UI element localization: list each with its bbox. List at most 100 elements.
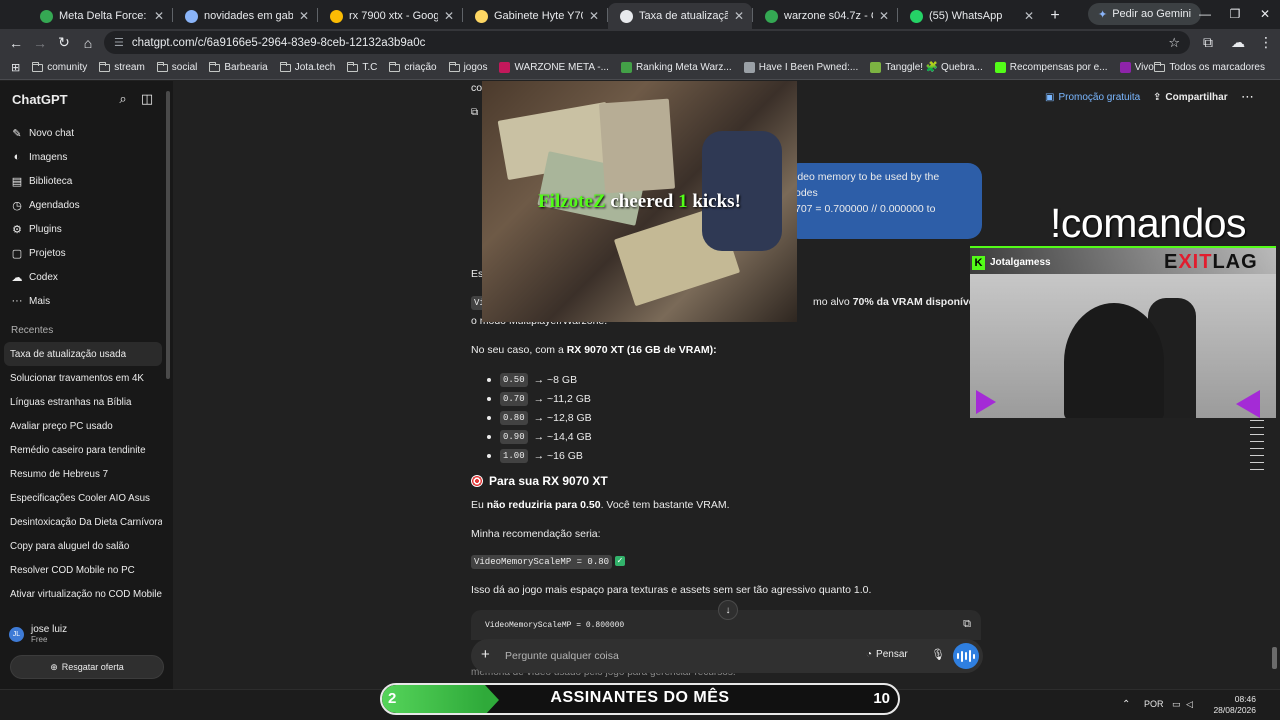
free-promo-link[interactable]: ▣ Promoção gratuita — [1045, 92, 1140, 103]
browser-tab[interactable]: Gabinete Hyte Y70 Touch ✕ — [463, 3, 607, 29]
subscriber-goal-title: ASSINANTES DO MÊS — [550, 689, 730, 706]
more-options-icon[interactable]: ⋯ — [1241, 89, 1254, 105]
close-tab-icon[interactable]: ✕ — [589, 9, 599, 23]
bookmark-item[interactable]: stream — [94, 58, 150, 78]
minimize-window-icon[interactable]: — — [1188, 0, 1222, 28]
bookmark-item[interactable]: Barbearia — [204, 58, 272, 78]
browser-tab[interactable]: rx 7900 xtx - Google Shopp ✕ — [318, 3, 462, 29]
profile-icon[interactable]: ☁ — [1226, 31, 1250, 55]
new-tab-button[interactable]: + — [1042, 3, 1068, 29]
bookmark-item[interactable]: Have I Been Pwned:... — [739, 58, 864, 78]
browser-menu-icon[interactable]: ⋮ — [1254, 31, 1278, 55]
user-message-bubble: ideo memory to be used by the odes 707 =… — [785, 163, 982, 239]
volume-icon[interactable]: ◁ — [1186, 699, 1193, 710]
bookmark-item[interactable]: Recompensas por e... — [990, 58, 1113, 78]
recent-chat-item[interactable]: Avaliar preço PC usado — [4, 414, 162, 438]
recent-chat-item[interactable]: Desintoxicação Da Dieta Carnívora — [4, 510, 162, 534]
inline-code: 0.50 — [500, 372, 528, 387]
prompt-input[interactable] — [505, 647, 845, 665]
sidebar-item-icon: ⚙ — [12, 223, 22, 236]
share-button[interactable]: ⇪ Compartilhar — [1153, 92, 1228, 103]
recent-chat-item[interactable]: Resolver COD Mobile no PC — [4, 558, 162, 582]
close-window-icon[interactable]: ✕ — [1248, 0, 1280, 28]
tab-favicon-icon — [765, 9, 778, 23]
sidebar-item[interactable]: ◐ Imagens — [0, 145, 173, 169]
network-icon[interactable]: ▭ — [1172, 699, 1181, 710]
sidebar-item[interactable]: ☁ Codex — [0, 265, 173, 289]
copy-code-icon[interactable]: ⧉ — [963, 618, 971, 631]
recent-chat-item[interactable]: Resumo de Hebreus 7 — [4, 462, 162, 486]
close-tab-icon[interactable]: ✕ — [299, 9, 309, 23]
close-tab-icon[interactable]: ✕ — [444, 9, 454, 23]
sidebar-item[interactable]: ··· Mais — [0, 289, 173, 313]
sidebar-item[interactable]: ◷ Agendados — [0, 193, 173, 217]
back-arrow-icon[interactable]: ← — [4, 31, 28, 55]
attach-plus-icon[interactable]: + — [481, 646, 490, 663]
close-tab-icon[interactable]: ✕ — [1024, 9, 1034, 23]
folder-icon — [32, 61, 44, 72]
voice-mode-button[interactable] — [953, 643, 979, 669]
recent-chat-item[interactable]: Solucionar travamentos em 4K — [4, 366, 162, 390]
ask-gemini-button[interactable]: ✦ Pedir ao Gemini — [1088, 3, 1202, 25]
browser-tab[interactable]: novidades em gabinete hig ✕ — [173, 3, 317, 29]
input-language[interactable]: POR — [1144, 699, 1164, 709]
inline-code: 0.90 — [500, 429, 528, 444]
bookmark-item[interactable]: criação — [384, 58, 441, 78]
home-icon[interactable]: ⌂ — [76, 31, 100, 55]
bookmark-item[interactable]: Jota.tech — [275, 58, 341, 78]
main-scrollbar[interactable] — [1272, 647, 1277, 669]
sidebar-item-icon: ◷ — [12, 199, 22, 212]
chat-sidebar: ChatGPT ⌕ ◫ ✎ Novo chat ◐ Imagens ▤ Bibliotec… — [0, 81, 173, 689]
tray-chevron-icon[interactable]: ⌃ — [1122, 699, 1130, 710]
gift-icon: ▣ — [1045, 92, 1055, 103]
browser-tab[interactable]: (55) WhatsApp ✕ — [898, 3, 1042, 29]
close-tab-icon[interactable]: ✕ — [879, 9, 889, 23]
chatgpt-brand[interactable]: ChatGPT — [12, 92, 68, 107]
bookmark-item[interactable]: WARZONE META -... — [494, 58, 613, 78]
sidebar-scrollbar[interactable] — [166, 91, 170, 379]
recent-chat-item[interactable]: Taxa de atualização usada — [4, 342, 162, 366]
recent-chat-item[interactable]: Remédio caseiro para tendinite — [4, 438, 162, 462]
scroll-down-button[interactable]: ↓ — [718, 600, 738, 620]
copy-icon[interactable]: ⧉ — [471, 107, 478, 118]
bookmark-star-icon[interactable]: ☆ — [1168, 35, 1180, 51]
think-button[interactable]: ◔ Pensar — [866, 649, 908, 660]
redeem-offer-button[interactable]: ⊕ Resgatar oferta — [10, 655, 164, 679]
microphone-icon[interactable]: 🎙 — [931, 648, 945, 661]
site-info-icon[interactable]: ☰ — [114, 36, 124, 49]
bookmark-item[interactable]: Tanggle! 🧩 Quebra... — [865, 58, 988, 78]
restore-window-icon[interactable]: ❐ — [1218, 0, 1252, 28]
gift-icon: ⊕ — [50, 661, 58, 672]
bookmark-item[interactable]: social — [152, 58, 203, 78]
browser-tab[interactable]: warzone s04.7z - Google D ✕ — [753, 3, 897, 29]
apps-grid-icon[interactable]: ⊞ — [6, 58, 25, 78]
recent-chat-item[interactable]: Copy para aluguel do salão — [4, 534, 162, 558]
recent-chat-item[interactable]: Ativar virtualização no COD Mobile — [4, 582, 162, 606]
sidebar-item[interactable]: ▤ Biblioteca — [0, 169, 173, 193]
bookmark-label: Barbearia — [224, 62, 268, 73]
extensions-icon[interactable]: ⧉ — [1196, 31, 1220, 55]
bookmark-item[interactable]: jogos — [444, 58, 493, 78]
close-tab-icon[interactable]: ✕ — [154, 9, 164, 23]
recent-chat-item[interactable]: Línguas estranhas na Bíblia — [4, 390, 162, 414]
address-bar[interactable]: ☰ chatgpt.com/c/6a9166e5-2964-83e9-8ceb-… — [104, 31, 1190, 54]
reload-icon[interactable]: ↻ — [52, 31, 76, 55]
search-chats-icon[interactable]: ⌕ — [115, 91, 131, 107]
close-tab-icon[interactable]: ✕ — [734, 9, 744, 23]
user-profile[interactable]: JL jose luiz Free — [9, 624, 67, 644]
sidebar-item[interactable]: ▢ Projetos — [0, 241, 173, 265]
bullet-dot — [487, 396, 491, 401]
recent-chat-item[interactable]: Especificações Cooler AIO Asus — [4, 486, 162, 510]
bookmark-favicon-icon — [743, 62, 755, 73]
bookmark-item[interactable]: Ranking Meta Warz... — [616, 58, 737, 78]
all-bookmarks-button[interactable]: Todos os marcadores — [1149, 58, 1270, 78]
sidebar-item[interactable]: ⚙ Plugins — [0, 217, 173, 241]
toggle-sidebar-icon[interactable]: ◫ — [139, 91, 155, 107]
browser-tab[interactable]: Meta Delta Force: Melhores ✕ — [28, 3, 172, 29]
sidebar-item[interactable]: ✎ Novo chat — [0, 121, 173, 145]
browser-tab[interactable]: Taxa de atualização usada ✕ — [608, 3, 752, 29]
system-clock[interactable]: 08:46 28/08/2026 — [1196, 694, 1256, 716]
forward-arrow-icon[interactable]: → — [28, 31, 52, 55]
bookmark-item[interactable]: comunity — [27, 58, 92, 78]
bookmark-item[interactable]: T.C — [342, 58, 382, 78]
